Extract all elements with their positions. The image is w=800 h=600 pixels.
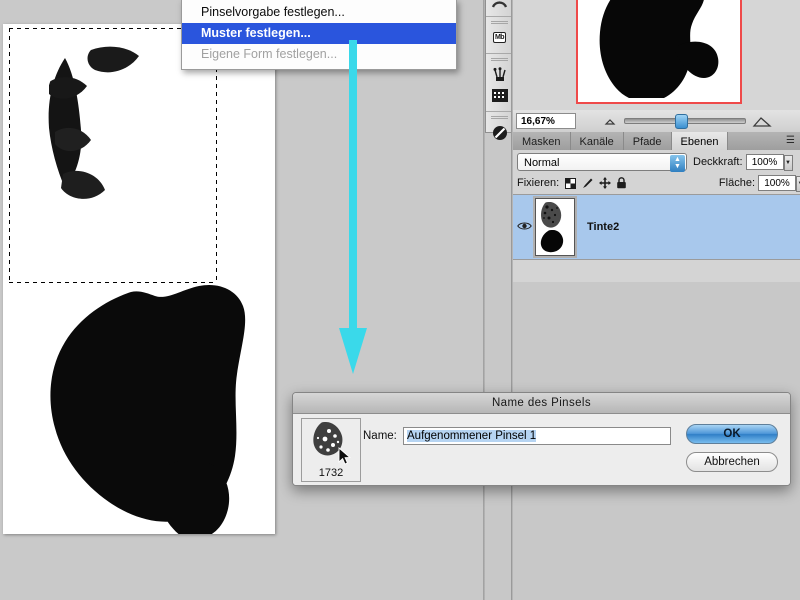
blend-mode-select[interactable]: Normal ▲ ▼ <box>517 153 687 172</box>
opacity-label: Deckkraft: <box>693 156 743 168</box>
dialog-title: Name des Pinsels <box>491 397 592 409</box>
panel-column: 16,67% Masken Kanäle Pfade Ebenen ☰ Norm… <box>513 0 800 600</box>
all-lock-icon[interactable] <box>615 177 628 190</box>
layers-panel: Normal ▲ ▼ Deckkraft: 100% ▼ Fixieren: F… <box>513 150 800 282</box>
swatch-grid-icon[interactable] <box>490 86 509 105</box>
opacity-value: 100% <box>751 157 778 168</box>
brush-name-value: Aufgenommener Pinsel 1 <box>407 430 537 442</box>
zoom-level-field[interactable]: 16,67% <box>516 113 576 129</box>
context-menu[interactable]: Pinselvorgabe festlegen... Muster festle… <box>181 0 457 70</box>
layer-thumbnail-artwork <box>540 202 564 253</box>
move-lock-icon[interactable] <box>598 177 611 190</box>
dock-grip <box>491 58 508 62</box>
tab-masken[interactable]: Masken <box>513 132 571 150</box>
mouse-cursor <box>338 447 351 465</box>
brush-size-label: 1732 <box>318 467 344 479</box>
panel-tab-strip[interactable]: Masken Kanäle Pfade Ebenen ☰ <box>513 132 800 151</box>
dock-group-measure: Mb <box>486 16 513 53</box>
history-arc-icon[interactable] <box>490 0 509 10</box>
dock-grip <box>491 21 508 25</box>
dialog-titlebar: Name des Pinsels <box>293 393 790 414</box>
chevron-updown-icon[interactable]: ▲ ▼ <box>670 155 685 172</box>
opacity-field[interactable]: 100% ▼ <box>745 154 793 171</box>
menu-item-eigene-form-festlegen: Eigene Form festlegen... <box>201 47 338 61</box>
navigator-panel[interactable] <box>513 0 800 113</box>
brush-preview: 1732 <box>301 418 361 482</box>
document-window[interactable] <box>3 24 275 534</box>
document-canvas[interactable] <box>3 24 275 534</box>
annotation-arrow <box>339 40 367 374</box>
collapsed-panel-dock[interactable]: Mb <box>485 0 514 140</box>
lock-row: Fixieren: Fläche: 100% <box>513 174 800 192</box>
dock-grip <box>491 116 508 120</box>
zoom-slider[interactable] <box>576 114 800 129</box>
fill-label: Fläche: <box>718 177 755 189</box>
tab-kanaele[interactable]: Kanäle <box>571 132 624 150</box>
fill-stepper-icon[interactable]: ▼ <box>796 176 800 192</box>
layer-list[interactable]: Tinte2 <box>513 194 800 282</box>
tab-pfade[interactable]: Pfade <box>624 132 672 150</box>
tool-presets-icon[interactable] <box>490 65 509 84</box>
zoom-slider-knob[interactable] <box>675 114 688 129</box>
navigator-preview-artwork <box>599 0 719 102</box>
measurement-mb-icon[interactable]: Mb <box>490 28 509 47</box>
zoom-in-icon[interactable] <box>752 116 772 127</box>
zoom-bar[interactable]: 16,67% <box>513 110 800 133</box>
ok-button[interactable]: OK <box>686 424 778 444</box>
menu-item-muster-festlegen[interactable]: Muster festlegen... <box>182 23 456 44</box>
brush-name-input[interactable]: Aufgenommener Pinsel 1 <box>403 427 671 445</box>
eye-visibility-icon[interactable] <box>513 221 535 234</box>
dock-group-tools <box>486 53 513 111</box>
fill-field[interactable]: 100% ▼ <box>758 175 800 192</box>
layer-thumbnail[interactable] <box>533 196 577 258</box>
navigator-thumbnail[interactable] <box>576 0 742 104</box>
name-label: Name: <box>363 430 397 442</box>
menu-item-pinselvorgabe-festlegen[interactable]: Pinselvorgabe festlegen... <box>182 2 456 23</box>
document-canvas-area[interactable] <box>0 0 483 600</box>
dock-group-adjustments <box>486 111 513 148</box>
tab-ebenen[interactable]: Ebenen <box>671 132 729 150</box>
adjustments-circle-icon[interactable] <box>490 123 509 142</box>
mb-glyph: Mb <box>492 32 507 43</box>
lock-label: Fixieren: <box>517 177 560 189</box>
transparency-lock-icon[interactable] <box>564 177 577 190</box>
zoom-slider-track[interactable] <box>624 114 746 129</box>
zoom-out-icon[interactable] <box>604 117 618 125</box>
table-row[interactable]: Tinte2 <box>513 195 800 260</box>
panel-menu-icon[interactable]: ☰ <box>786 132 800 150</box>
cancel-button[interactable]: Abbrechen <box>686 452 778 472</box>
blend-mode-row: Normal ▲ ▼ Deckkraft: 100% ▼ <box>513 150 800 174</box>
dock-group-history <box>486 0 513 16</box>
layer-name: Tinte2 <box>587 221 620 233</box>
paint-lock-icon[interactable] <box>581 177 594 190</box>
blend-mode-value: Normal <box>524 157 560 169</box>
opacity-stepper-icon[interactable]: ▼ <box>783 155 793 171</box>
fill-value: 100% <box>764 178 790 189</box>
